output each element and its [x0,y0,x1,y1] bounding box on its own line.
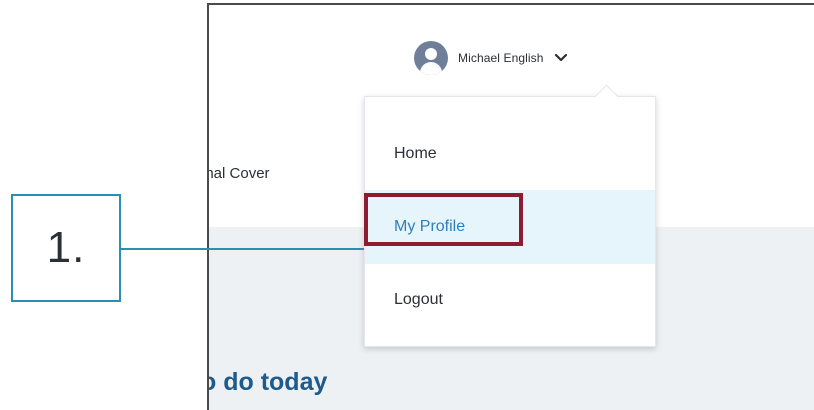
user-menu-toggle[interactable]: Michael English [414,41,568,75]
nav-item-partial[interactable]: onal Cover [209,165,270,182]
callout-connector-line [121,248,364,250]
chevron-down-icon [554,53,567,62]
user-name: Michael English [458,51,544,65]
menu-item-logout[interactable]: Logout [365,269,655,331]
menu-item-home[interactable]: Home [365,123,655,185]
instruction-screenshot: Michael English onal Cover o do today Ho… [0,0,814,410]
user-avatar-icon [414,41,448,75]
page-heading: o do today [207,368,328,396]
step-callout-box: 1. [11,194,121,302]
step-number-label: 1. [46,223,86,272]
my-profile-highlight-box [364,193,523,246]
